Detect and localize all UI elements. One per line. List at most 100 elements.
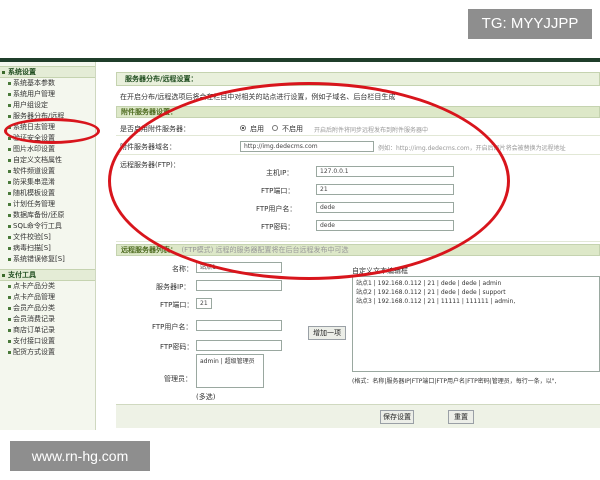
enable-hint: 开启后附件将同步远程发布到附件服务器中: [314, 127, 429, 134]
list-section-header: 远程服务器列表： (FTP模式) 远程的服务器配置将在后台远程发布中可选: [116, 244, 600, 256]
enable-off-label: 不启用: [282, 125, 303, 133]
fuser-input[interactable]: [196, 320, 282, 331]
domain-hint: 例如：http://img.dedecms.com，开启后图片将会被替换为远程地…: [378, 145, 566, 152]
custom-textarea[interactable]: 站点1 | 192.168.0.112 | 21 | dede | dede |…: [352, 276, 600, 372]
bullet-icon: [8, 159, 11, 162]
bullet-icon: [8, 285, 11, 288]
list-section-hint: (FTP模式) 远程的服务器配置将在后台远程发布中可选: [181, 246, 349, 254]
bullet-icon: [8, 296, 11, 299]
sidebar-list-payment: 点卡产品分类 点卡产品管理 会员产品分类 会员消费记录商店订单记录 支付接口设置配货方式…: [0, 281, 95, 358]
sidebar-item-label: 支付接口设置: [13, 337, 55, 345]
name-input[interactable]: 站点1: [196, 262, 282, 273]
attach-section-header: 附件服务器设置：: [116, 106, 600, 118]
sidebar-item-system-12[interactable]: 数据库备份/还原: [0, 210, 95, 221]
reset-button[interactable]: 重置: [448, 410, 474, 424]
sidebar-item-system-15[interactable]: 病毒扫描[S]: [0, 243, 95, 254]
page-title: 服务器分布/远程设置：: [116, 72, 600, 86]
fpwd-input[interactable]: [196, 340, 282, 351]
sidebar-item-payment-6[interactable]: 配货方式设置: [0, 347, 95, 358]
pwd-label: FTP密码：: [261, 223, 295, 231]
sidebar-item-system-13[interactable]: SQL命令行工具: [0, 221, 95, 232]
sidebar: 系统设置 系统基本参数 系统用户管理 用户组设定服务器分布/远程系统日志管理 验证安全…: [0, 62, 96, 430]
bullet-icon: [8, 236, 11, 239]
host-label: 主机IP：: [266, 169, 294, 177]
format-hint: (格式：名称|服务器IP|FTP端口|FTP用户名|FTP密码|管理员，每行一条…: [352, 378, 557, 385]
ip-label: 服务器IP：: [156, 283, 191, 291]
top-band: TG: MYYJJPP: [0, 0, 600, 58]
admin-label: 管理员：: [164, 375, 192, 383]
sidebar-item-system-14[interactable]: 文件校验[S]: [0, 232, 95, 243]
domain-input[interactable]: http://img.dedecms.com: [240, 141, 374, 152]
sidebar-item-label: 数据库备份/还原: [13, 211, 65, 219]
sidebar-item-label: 计划任务管理: [13, 200, 55, 208]
add-item-button[interactable]: 增加一项: [308, 326, 346, 340]
sidebar-item-system-10[interactable]: 随机模板设置: [0, 188, 95, 199]
sidebar-list-system: 系统基本参数 系统用户管理 用户组设定服务器分布/远程系统日志管理 验证安全设置图片水…: [0, 78, 95, 265]
ip-input[interactable]: [196, 280, 282, 291]
sidebar-item-system-5[interactable]: 验证安全设置: [0, 133, 95, 144]
bullet-icon: [8, 351, 11, 354]
fpwd-label: FTP密码：: [160, 343, 194, 351]
save-button[interactable]: 保存设置: [380, 410, 414, 424]
port-input[interactable]: 21: [316, 184, 454, 195]
sidebar-item-payment-3[interactable]: 会员消费记录: [0, 314, 95, 325]
fuser-label: FTP用户名：: [152, 323, 193, 331]
sidebar-section-payment[interactable]: 支付工具: [0, 269, 95, 281]
port-label: FTP端口：: [261, 187, 295, 195]
user-label: FTP用户名：: [256, 205, 297, 213]
bullet-icon: [8, 170, 11, 173]
sidebar-item-label: 会员消费记录: [13, 315, 55, 323]
sidebar-item-system-4[interactable]: 系统日志管理: [0, 122, 95, 133]
multi-hint: (多选): [196, 393, 216, 401]
bullet-icon: [8, 148, 11, 151]
sidebar-item-label: 系统用户管理: [13, 90, 55, 98]
pwd-input[interactable]: dede: [316, 220, 454, 231]
sidebar-section-system[interactable]: 系统设置: [0, 66, 95, 78]
enable-off-radio[interactable]: [272, 125, 278, 131]
sidebar-item-system-3[interactable]: 服务器分布/远程: [0, 111, 95, 122]
bullet-icon: [8, 258, 11, 261]
sidebar-item-system-8[interactable]: 软件频道设置: [0, 166, 95, 177]
sidebar-item-payment-5[interactable]: 支付接口设置: [0, 336, 95, 347]
sidebar-item-payment-4[interactable]: 商店订单记录: [0, 325, 95, 336]
sidebar-item-label: 随机模板设置: [13, 189, 55, 197]
admin-select[interactable]: admin | 超级管理员: [196, 354, 264, 388]
bullet-icon: [8, 115, 11, 118]
enable-on-radio[interactable]: [240, 125, 246, 131]
fport-input[interactable]: 21: [196, 298, 212, 309]
form-footer: [116, 404, 600, 428]
sidebar-item-label: 点卡产品分类: [13, 282, 55, 290]
host-input[interactable]: 127.0.0.1: [316, 166, 454, 177]
sidebar-item-label: 验证安全设置: [13, 134, 55, 142]
sidebar-item-system-7[interactable]: 自定义文档属性: [0, 155, 95, 166]
user-input[interactable]: dede: [316, 202, 454, 213]
sidebar-item-payment-2[interactable]: 会员产品分类: [0, 303, 95, 314]
sidebar-item-system-2[interactable]: 用户组设定: [0, 100, 95, 111]
sidebar-item-system-11[interactable]: 计划任务管理: [0, 199, 95, 210]
sidebar-item-system-0[interactable]: 系统基本参数: [0, 78, 95, 89]
enable-label: 是否启用附件服务器：: [120, 125, 190, 133]
enable-on-label: 启用: [250, 125, 264, 133]
sidebar-item-label: 用户组设定: [13, 101, 48, 109]
bullet-icon: [8, 192, 11, 195]
domain-row: 附件服务器域名： http://img.dedecms.com 例如：http:…: [116, 138, 600, 155]
list-section-label: 远程服务器列表：: [121, 246, 177, 254]
remote-ftp-row: 远程服务器(FTP)： 主机IP： 127.0.0.1 FTP端口： 21 FT…: [116, 156, 600, 242]
watermark-top: TG: MYYJJPP: [468, 9, 592, 39]
bullet-icon: [8, 104, 11, 107]
sidebar-item-label: 会员产品分类: [13, 304, 55, 312]
sidebar-item-system-9[interactable]: 防采集串混淆: [0, 177, 95, 188]
sidebar-item-label: 防采集串混淆: [13, 178, 55, 186]
sidebar-item-label: 服务器分布/远程: [13, 112, 65, 120]
sidebar-item-system-1[interactable]: 系统用户管理: [0, 89, 95, 100]
bullet-icon: [8, 307, 11, 310]
bullet-icon: [8, 225, 11, 228]
sidebar-item-system-16[interactable]: 系统错误修复[S]: [0, 254, 95, 265]
sidebar-item-system-6[interactable]: 图片水印设置: [0, 144, 95, 155]
sidebar-item-payment-1[interactable]: 点卡产品管理: [0, 292, 95, 303]
sidebar-item-label: 系统基本参数: [13, 79, 55, 87]
bullet-icon: [8, 126, 11, 129]
sidebar-item-payment-0[interactable]: 点卡产品分类: [0, 281, 95, 292]
bullet-icon: [2, 71, 5, 74]
sidebar-item-label: 点卡产品管理: [13, 293, 55, 301]
